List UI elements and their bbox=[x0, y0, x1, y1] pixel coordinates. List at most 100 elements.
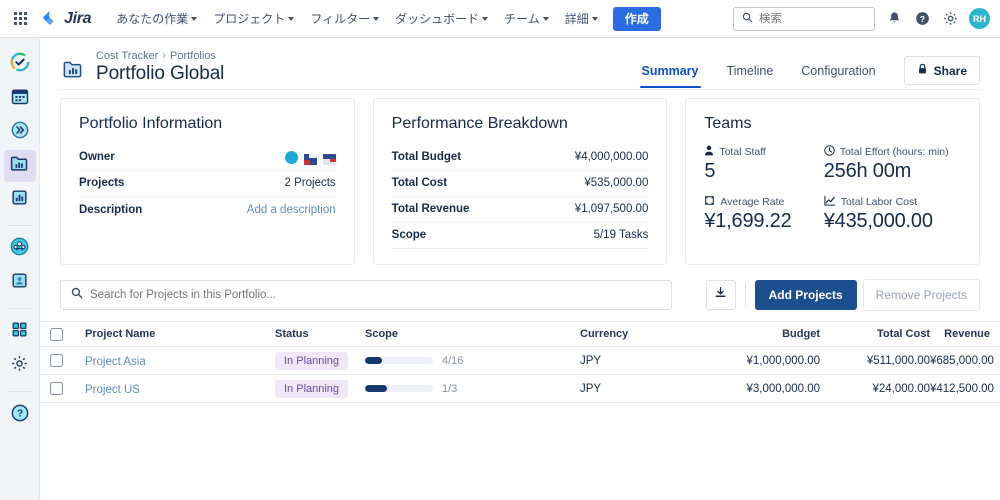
project-name-link[interactable]: Project Asia bbox=[85, 356, 146, 368]
search-icon bbox=[742, 10, 753, 28]
select-all-checkbox[interactable] bbox=[50, 327, 63, 341]
global-search-input[interactable] bbox=[759, 12, 866, 25]
portfolio-chart-icon bbox=[60, 56, 86, 82]
metric-label: Total Labor Cost bbox=[840, 196, 918, 208]
sidebar-item-settings[interactable] bbox=[4, 350, 36, 382]
jira-logo-link[interactable]: Jira bbox=[40, 9, 92, 29]
column-header-scope[interactable]: Scope bbox=[365, 328, 580, 340]
breadcrumb: Cost Tracker › Portfolios bbox=[96, 50, 224, 62]
column-header-currency[interactable]: Currency bbox=[580, 328, 710, 340]
row-label: Description bbox=[79, 203, 143, 216]
cell-status: In Planning bbox=[275, 351, 365, 370]
column-header-revenue[interactable]: Revenue bbox=[930, 328, 1000, 340]
scope-progress-bar bbox=[365, 357, 433, 364]
row-value: 5/19 Tasks bbox=[593, 229, 649, 241]
row-value: 2 Projects bbox=[284, 177, 336, 189]
metric-total-labor-cost: Total Labor Cost ¥435,000.00 bbox=[824, 195, 961, 243]
tab-configuration[interactable]: Configuration bbox=[787, 58, 889, 88]
nav-item-filters[interactable]: フィルター bbox=[303, 4, 386, 33]
column-header-budget[interactable]: Budget bbox=[710, 328, 820, 340]
user-avatar[interactable]: RH bbox=[969, 8, 990, 29]
card-title: Teams bbox=[704, 115, 752, 132]
svg-text:?: ? bbox=[16, 408, 22, 419]
sidebar-item-reports[interactable] bbox=[4, 184, 36, 216]
sidebar-item-staff[interactable] bbox=[4, 267, 36, 299]
row-label: Scope bbox=[391, 229, 427, 241]
select-all-cell bbox=[50, 327, 85, 341]
project-name-link[interactable]: Project US bbox=[85, 384, 140, 396]
sidebar-item-overview[interactable] bbox=[4, 48, 36, 80]
person-icon bbox=[704, 145, 714, 159]
nav-item-more[interactable]: 詳細 bbox=[558, 4, 605, 33]
check-circle-icon bbox=[9, 51, 31, 78]
status-badge: In Planning bbox=[275, 352, 349, 370]
breadcrumb-item-portfolios[interactable]: Portfolios bbox=[170, 50, 216, 62]
sidebar-item-portfolios[interactable] bbox=[3, 150, 36, 182]
row-label: Projects bbox=[79, 177, 125, 189]
metric-label: Total Staff bbox=[719, 146, 766, 158]
metric-value: ¥435,000.00 bbox=[823, 210, 933, 232]
metric-total-effort: Total Effort (hours: min) 256h 00m bbox=[824, 145, 961, 193]
sidebar-item-help[interactable]: ? bbox=[4, 399, 36, 431]
help-icon[interactable]: ? bbox=[913, 10, 931, 28]
status-badge: In Planning bbox=[275, 380, 349, 398]
column-header-total-cost[interactable]: Total Cost bbox=[820, 328, 930, 340]
add-projects-button[interactable]: Add Projects bbox=[754, 280, 857, 310]
tab-summary[interactable]: Summary bbox=[628, 58, 713, 88]
table-row[interactable]: Project US In Planning 1/3 JPY ¥3,000,00… bbox=[40, 375, 1000, 403]
chevron-down-icon bbox=[542, 17, 549, 21]
project-search-box[interactable] bbox=[60, 280, 672, 310]
notifications-icon[interactable] bbox=[885, 10, 903, 28]
total-revenue-row: Total Revenue ¥1,097,500.00 bbox=[391, 197, 649, 223]
column-header-project-name[interactable]: Project Name bbox=[85, 328, 275, 340]
table-row[interactable]: Project Asia In Planning 4/16 JPY ¥1,000… bbox=[40, 347, 1000, 375]
scope-row: Scope 5/19 Tasks bbox=[391, 223, 649, 249]
row-checkbox[interactable] bbox=[50, 354, 63, 367]
sidebar-item-calendar[interactable] bbox=[4, 82, 36, 114]
sidebar-divider bbox=[7, 391, 32, 392]
metric-value: 5 bbox=[704, 160, 716, 182]
add-description-link[interactable]: Add a description bbox=[247, 204, 336, 216]
row-checkbox[interactable] bbox=[50, 382, 63, 395]
header-divider bbox=[60, 89, 980, 90]
nav-item-projects[interactable]: プロジェクト bbox=[206, 4, 301, 33]
project-search-input[interactable] bbox=[90, 289, 661, 301]
apps-grid-icon[interactable] bbox=[8, 7, 32, 31]
chevron-down-icon bbox=[191, 17, 198, 21]
row-value: ¥4,000,000.00 bbox=[574, 151, 649, 163]
table-header-row: Project Name Status Scope Currency Budge… bbox=[40, 321, 1000, 347]
projects-table: Project Name Status Scope Currency Budge… bbox=[40, 321, 1000, 403]
search-icon bbox=[71, 286, 83, 304]
teams-metrics-grid: Total Staff 5 Total Effort (hours: min) … bbox=[704, 145, 961, 243]
global-search-box[interactable] bbox=[733, 6, 875, 31]
export-button[interactable] bbox=[705, 280, 736, 310]
nav-item-label: ダッシュボード bbox=[395, 12, 480, 26]
column-header-status[interactable]: Status bbox=[275, 328, 365, 340]
nav-item-dashboards[interactable]: ダッシュボード bbox=[388, 4, 495, 33]
sidebar-item-forward[interactable] bbox=[4, 116, 36, 148]
page-header: Cost Tracker › Portfolios Portfolio Glob… bbox=[40, 38, 1000, 90]
nav-item-teams[interactable]: チーム bbox=[497, 4, 556, 33]
chevron-down-icon bbox=[373, 17, 380, 21]
cell-scope: 4/16 bbox=[365, 355, 580, 367]
tab-timeline[interactable]: Timeline bbox=[713, 58, 788, 88]
left-sidebar-rail: ? bbox=[0, 38, 40, 500]
cell-status: In Planning bbox=[275, 379, 365, 398]
scope-progress-bar bbox=[365, 385, 433, 392]
breadcrumb-item-cost-tracker[interactable]: Cost Tracker bbox=[96, 50, 158, 62]
share-button[interactable]: Share bbox=[903, 56, 980, 85]
cell-revenue: ¥685,000.00 bbox=[930, 354, 994, 367]
row-label: Owner bbox=[79, 151, 115, 163]
metric-label-wrap: Average Rate bbox=[704, 195, 823, 209]
sidebar-item-teams[interactable] bbox=[4, 233, 36, 265]
metric-label: Average Rate bbox=[720, 196, 785, 208]
avatar[interactable] bbox=[284, 150, 298, 164]
gear-icon bbox=[10, 354, 29, 378]
portfolio-projects-row: Projects 2 Projects bbox=[79, 171, 336, 197]
owner-avatars[interactable] bbox=[284, 150, 336, 165]
row-label: Total Revenue bbox=[391, 203, 470, 215]
sidebar-item-apps[interactable] bbox=[4, 316, 36, 348]
create-button[interactable]: 作成 bbox=[612, 6, 661, 31]
nav-item-your-work[interactable]: あなたの作業 bbox=[109, 4, 204, 33]
settings-icon[interactable] bbox=[941, 10, 959, 28]
